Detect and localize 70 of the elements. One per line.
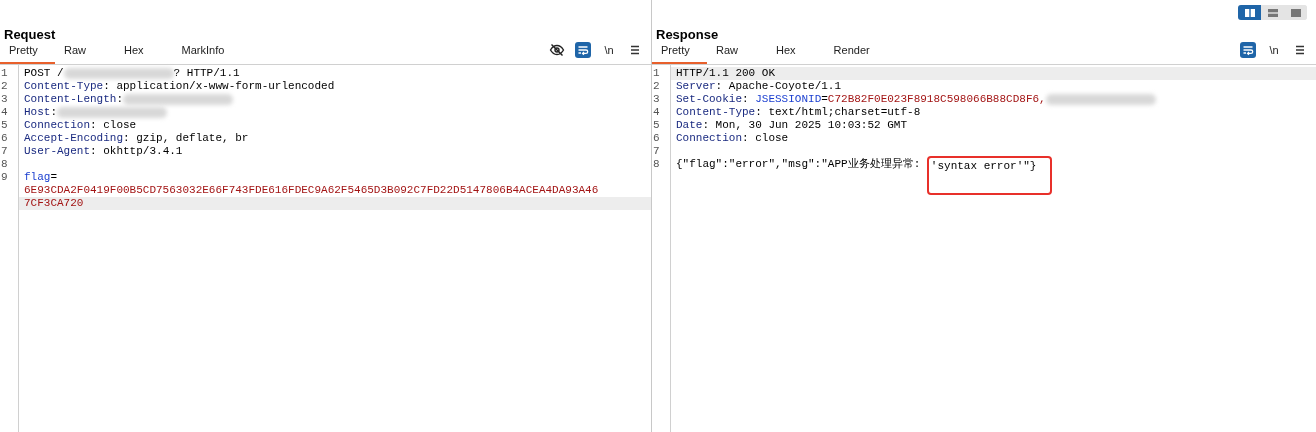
code-text: 6E93CDA2F0419F00B5CD7563032E66F743FDE616FDEC9A62F5465D3B092C7FD22D5147806B4ACEA4DA93A46: [24, 184, 599, 197]
code-text: User-Agent: [24, 145, 90, 158]
panel-title: Request: [4, 27, 56, 42]
code-text: : Apache-Coyote/1.1: [715, 80, 842, 93]
code-text: : text/html;charset=utf-8: [755, 106, 921, 119]
wrap-icon[interactable]: [575, 41, 591, 58]
code-text: : close: [90, 119, 137, 132]
hidden-eye-icon[interactable]: [549, 41, 565, 58]
code-text: : Mon, 30 Jun 2025 10:03:52 GMT: [702, 119, 908, 132]
tab[interactable]: Render: [824, 41, 879, 64]
code-text: =: [821, 93, 828, 106]
panel-title: Response: [656, 27, 719, 42]
code-text: : okhttp/3.4.1: [90, 145, 183, 158]
newline-toggle[interactable]: \n: [601, 41, 617, 58]
line-number: 7: [653, 145, 660, 157]
code-text: Content-Type: [676, 106, 756, 119]
columns-icon: [1244, 8, 1255, 17]
rows-icon: [1267, 8, 1278, 17]
code-text: Set-Cookie: [676, 93, 742, 106]
wrap-icon[interactable]: [1240, 41, 1256, 58]
line-number: 2: [653, 80, 660, 92]
code-text: Host: [24, 106, 51, 119]
newline-toggle[interactable]: \n: [1266, 41, 1282, 58]
square-icon: [1290, 8, 1301, 17]
line-number: 8: [653, 158, 660, 170]
code-text: :: [50, 106, 57, 119]
line-number: 5: [653, 119, 660, 131]
code-text: ? HTTP/1.1: [173, 67, 240, 80]
line-number: 1: [1, 67, 8, 79]
line-number: 1: [653, 67, 660, 79]
code-text: : gzip, deflate, br: [123, 132, 249, 145]
code-text: POST /: [24, 67, 64, 80]
code-text: =: [50, 171, 57, 184]
code-text: Date: [676, 119, 703, 132]
line-number: 6: [1, 132, 8, 144]
code-text: : close: [742, 132, 789, 145]
line-number: 6: [653, 132, 660, 144]
layout-button[interactable]: [1238, 5, 1261, 20]
code-text: Server: [676, 80, 716, 93]
highlighted-text: 'syntax error'"}: [926, 156, 1053, 195]
line-number: 4: [1, 106, 8, 118]
code-text: HTTP/1.1 200 OK: [676, 67, 776, 80]
line-number: 3: [1, 93, 8, 105]
code-text: JSESSIONID: [755, 93, 822, 106]
line-number: 7: [1, 145, 8, 157]
tab[interactable]: MarkInfo: [172, 41, 234, 64]
code-text: C72B82F0E023F8918C598066B88CD8F6,: [827, 93, 1046, 106]
code-text: Accept-Encoding: [24, 132, 124, 145]
line-number: 5: [1, 119, 8, 131]
tab[interactable]: Raw: [707, 41, 747, 64]
code-text: Connection: [24, 119, 90, 132]
code-text: Content-Type: [24, 80, 104, 93]
code-text: Connection: [676, 132, 742, 145]
code-text: flag: [24, 171, 51, 184]
line-number: 2: [1, 80, 8, 92]
line-number: 3: [653, 93, 660, 105]
line-number: 8: [1, 158, 8, 170]
code-text: {"flag":"error","msg":"APP业务处理异常:: [676, 158, 922, 171]
line-number: 9: [1, 171, 8, 183]
code-text: :: [116, 93, 124, 106]
tab[interactable]: Raw: [55, 41, 95, 64]
tab[interactable]: Hex: [767, 41, 805, 64]
code-text: :: [742, 93, 750, 106]
code-text: Content-Length: [24, 93, 117, 106]
code-text: : application/x-www-form-urlencoded: [103, 80, 335, 93]
line-number: 4: [653, 106, 660, 118]
tab[interactable]: Pretty: [0, 41, 55, 64]
tab[interactable]: Pretty: [652, 41, 707, 64]
tab[interactable]: Hex: [115, 41, 153, 64]
code-text: 7CF3CA720: [24, 197, 84, 210]
